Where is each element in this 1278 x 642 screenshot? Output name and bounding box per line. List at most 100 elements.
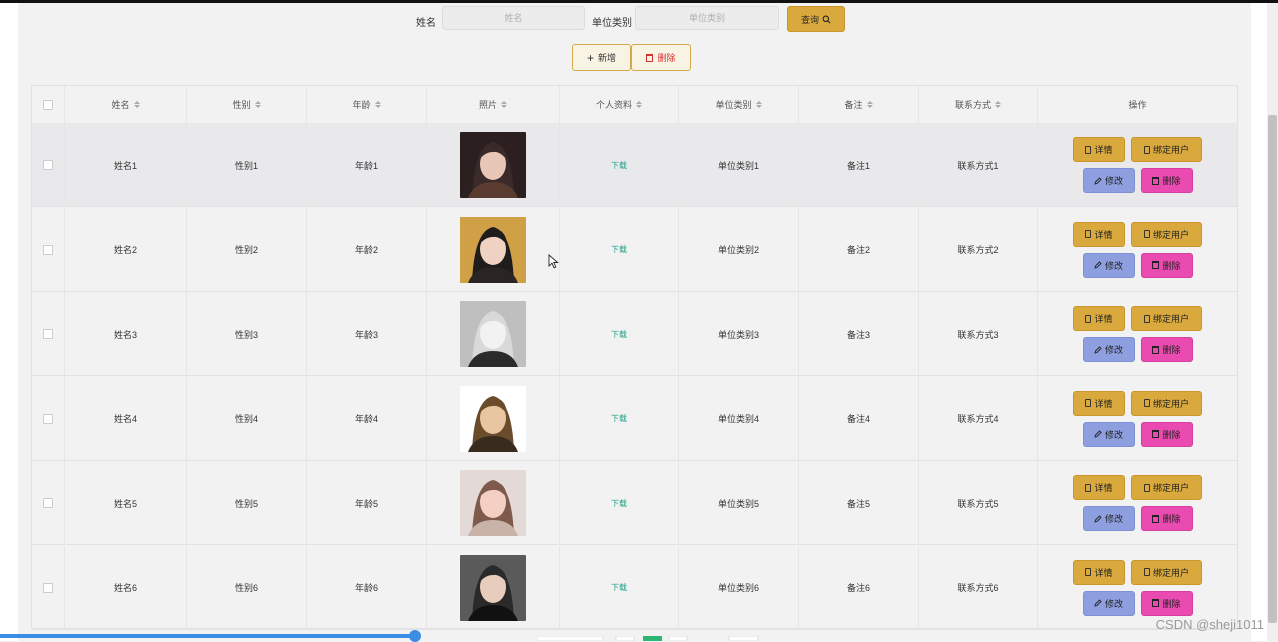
col-header-age[interactable]: 年龄 (307, 86, 427, 123)
sort-icon[interactable] (995, 101, 1001, 108)
row-select-cell[interactable] (32, 292, 65, 376)
cell-photo (427, 545, 560, 630)
table-row[interactable]: 姓名6 性别6 年龄6 下载 单位类别6 备注6 联系方式6 详情 绑定用户 修改 删除 (32, 545, 1237, 630)
query-button[interactable]: 查询 (787, 6, 845, 32)
cell-age-text: 年龄1 (354, 160, 378, 171)
cell-age: 年龄4 (307, 376, 427, 461)
sort-icon[interactable] (133, 101, 140, 108)
detail-button[interactable]: 详情 (1073, 306, 1125, 331)
edit-button[interactable]: 修改 (1082, 421, 1135, 447)
row-select-cell[interactable] (32, 545, 65, 630)
col-header-photo[interactable]: 照片 (427, 86, 560, 123)
bind-user-button[interactable]: 绑定用户 (1131, 559, 1202, 585)
bind-user-button[interactable]: 绑定用户 (1131, 306, 1202, 331)
col-header-name[interactable]: 姓名 (65, 86, 187, 123)
col-header-unit[interactable]: 单位类别 (679, 86, 799, 123)
cell-unit-text: 单位类别1 (717, 160, 759, 171)
bind-user-button[interactable]: 绑定用户 (1131, 221, 1202, 247)
bind-user-button-label: 绑定用户 (1152, 483, 1189, 493)
row-checkbox[interactable] (43, 160, 53, 170)
user-photo[interactable] (460, 216, 526, 283)
user-photo[interactable] (460, 301, 526, 367)
row-select-cell[interactable] (32, 123, 65, 207)
cell-unit: 单位类别2 (679, 207, 799, 292)
sort-icon[interactable] (501, 101, 507, 108)
edit-button[interactable]: 修改 (1082, 590, 1135, 616)
delete-button[interactable]: 删除 (1140, 252, 1193, 278)
scrollbar-thumb[interactable] (1268, 115, 1277, 623)
delete-button[interactable]: 删除 (1140, 337, 1193, 362)
unit-search-input[interactable] (635, 6, 779, 30)
download-link[interactable]: 下载 (611, 582, 627, 593)
download-link[interactable]: 下载 (611, 160, 627, 171)
delete-button[interactable]: 删除 (1140, 506, 1193, 531)
search-icon (822, 15, 831, 23)
user-photo[interactable] (460, 554, 526, 621)
col-age-label: 年龄 (352, 100, 371, 110)
edit-button[interactable]: 修改 (1082, 168, 1135, 193)
download-link[interactable]: 下载 (611, 413, 627, 424)
bind-user-button[interactable]: 绑定用户 (1131, 137, 1202, 162)
sort-icon[interactable] (254, 101, 261, 108)
batch-delete-button[interactable]: 删除 (631, 44, 691, 71)
progress-knob[interactable] (409, 630, 421, 642)
user-photo[interactable] (460, 470, 526, 536)
delete-button[interactable]: 删除 (1140, 421, 1193, 447)
cell-age: 年龄2 (307, 207, 427, 292)
table-row[interactable]: 姓名4 性别4 年龄4 下载 单位类别4 备注4 联系方式4 详情 绑定用户 修改 删除 (32, 376, 1237, 461)
row-checkbox[interactable] (43, 244, 53, 255)
edit-button[interactable]: 修改 (1082, 506, 1135, 531)
delete-button[interactable]: 删除 (1140, 168, 1193, 193)
row-checkbox[interactable] (43, 329, 53, 339)
bind-user-button[interactable]: 绑定用户 (1131, 390, 1202, 416)
detail-button[interactable]: 详情 (1073, 475, 1125, 500)
user-photo[interactable] (460, 132, 526, 198)
col-note-label: 备注 (844, 100, 863, 110)
edit-button[interactable]: 修改 (1082, 252, 1135, 278)
data-table: 姓名 性别 年龄 照片 个人资料 单位类别 备注 联系方式 操作 姓名1 性别1 年… (31, 85, 1238, 630)
cell-gender-text: 性别4 (234, 414, 258, 424)
row-checkbox[interactable] (43, 413, 53, 424)
bind-user-button[interactable]: 绑定用户 (1131, 475, 1202, 500)
table-row[interactable]: 姓名2 性别2 年龄2 下载 单位类别2 备注2 联系方式2 详情 绑定用户 修改 删除 (32, 207, 1237, 292)
col-header-profile[interactable]: 个人资料 (560, 86, 679, 123)
select-all-checkbox[interactable] (43, 99, 53, 110)
download-link[interactable]: 下载 (611, 498, 627, 509)
col-contact-label: 联系方式 (954, 100, 991, 110)
select-all-cell[interactable] (32, 86, 65, 123)
pencil-icon (1094, 430, 1102, 438)
detail-button[interactable]: 详情 (1073, 221, 1125, 247)
sort-icon[interactable] (636, 101, 642, 108)
table-row[interactable]: 姓名1 性别1 年龄1 下载 单位类别1 备注1 联系方式1 详情 绑定用户 修改 删除 (32, 123, 1237, 207)
user-photo[interactable] (460, 385, 526, 452)
table-row[interactable]: 姓名3 性别3 年龄3 下载 单位类别3 备注3 联系方式3 详情 绑定用户 修改 删除 (32, 292, 1237, 376)
sort-icon[interactable] (866, 101, 873, 108)
left-gutter (0, 3, 18, 641)
sort-icon[interactable] (755, 101, 762, 108)
detail-button[interactable]: 详情 (1073, 559, 1125, 585)
delete-button[interactable]: 删除 (1140, 590, 1193, 616)
download-link[interactable]: 下载 (611, 329, 627, 340)
cell-gender-text: 性别5 (234, 498, 258, 509)
table-row[interactable]: 姓名5 性别5 年龄5 下载 单位类别5 备注5 联系方式5 详情 绑定用户 修改 删除 (32, 461, 1237, 545)
detail-button-label: 详情 (1094, 314, 1113, 324)
bind-user-button-label: 绑定用户 (1152, 314, 1189, 324)
download-link[interactable]: 下载 (611, 244, 627, 255)
detail-button[interactable]: 详情 (1073, 390, 1125, 416)
row-select-cell[interactable] (32, 376, 65, 461)
cell-age-text: 年龄3 (354, 329, 378, 340)
row-checkbox[interactable] (43, 582, 53, 593)
col-header-gender[interactable]: 性别 (187, 86, 307, 123)
cell-contact: 联系方式2 (919, 207, 1038, 292)
row-select-cell[interactable] (32, 461, 65, 545)
row-checkbox[interactable] (43, 498, 53, 508)
edit-button[interactable]: 修改 (1082, 337, 1135, 362)
add-button[interactable]: + 新增 (572, 44, 631, 71)
col-header-contact[interactable]: 联系方式 (919, 86, 1038, 123)
col-header-note[interactable]: 备注 (799, 86, 919, 123)
sort-icon[interactable] (374, 101, 381, 108)
name-search-input[interactable] (442, 6, 585, 30)
cell-age: 年龄3 (307, 292, 427, 376)
detail-button[interactable]: 详情 (1073, 137, 1125, 162)
row-select-cell[interactable] (32, 207, 65, 292)
